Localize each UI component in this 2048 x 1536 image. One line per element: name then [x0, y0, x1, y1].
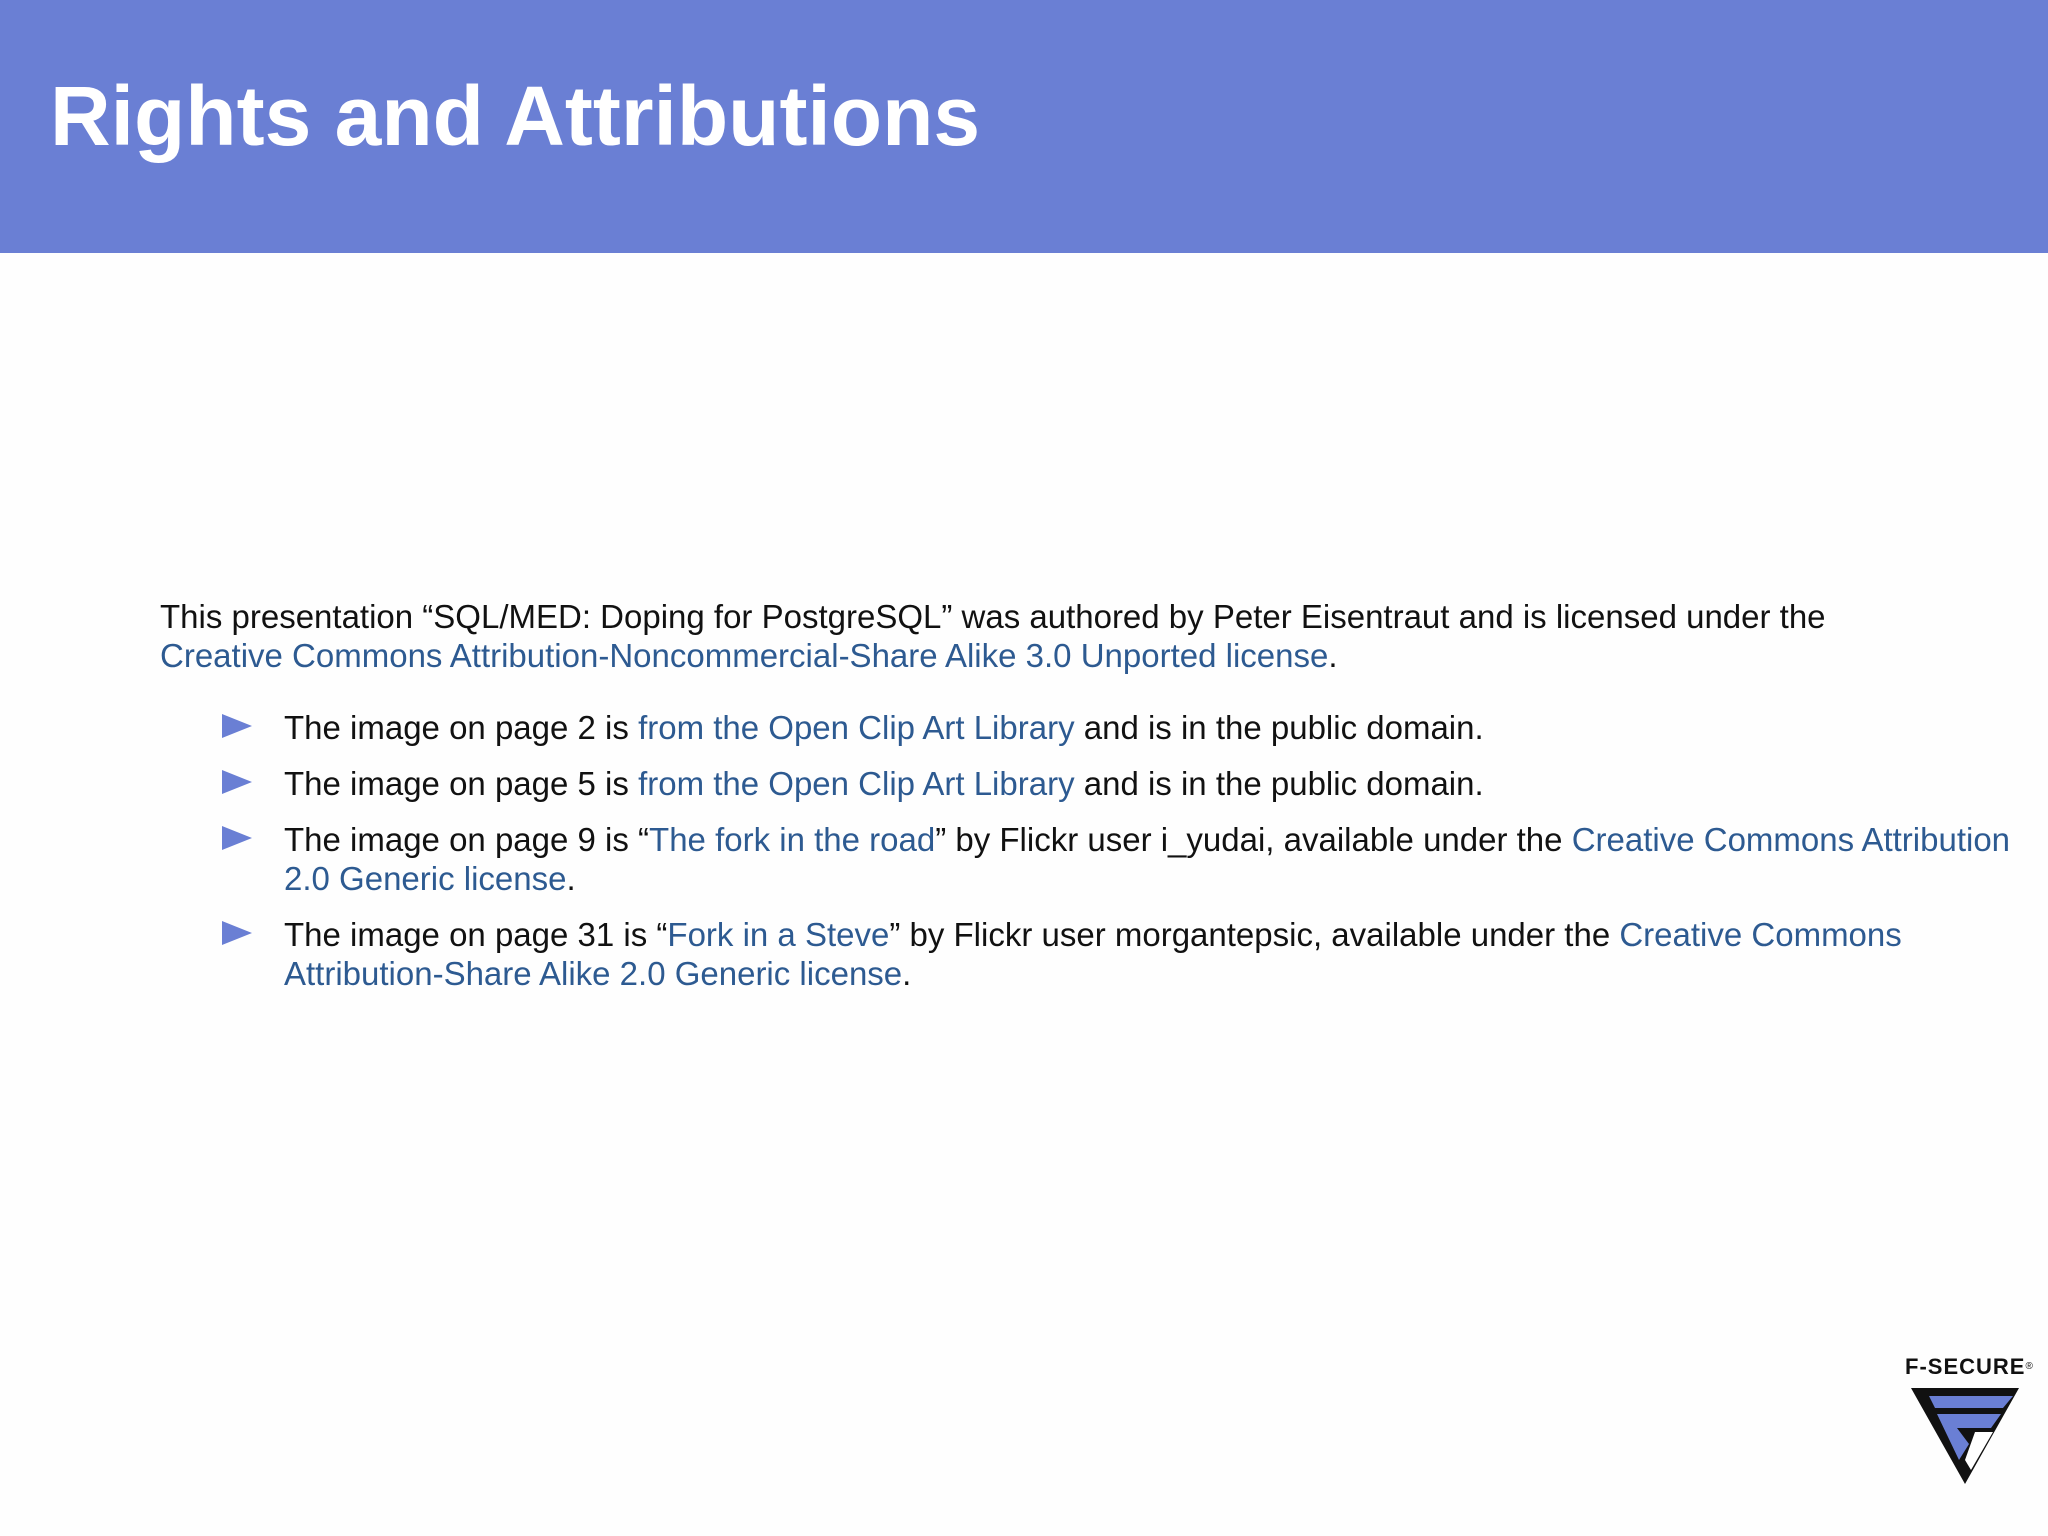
list-item: The image on page 31 is “Fork in a Steve…	[160, 915, 2048, 993]
bullet-text: The image on page 2 is	[284, 709, 639, 746]
fork-in-road-link[interactable]: The fork in the road	[649, 821, 935, 858]
f-secure-logo-icon	[1911, 1388, 2019, 1484]
f-secure-logo: F-SECURE®	[1905, 1356, 2034, 1488]
open-clip-art-link[interactable]: from the Open Clip Art Library	[638, 765, 1075, 802]
bullet-text: .	[902, 955, 912, 992]
bullet-arrow-icon	[222, 826, 252, 850]
intro-text: This presentation “SQL/MED: Doping for P…	[160, 598, 1826, 635]
list-item: The image on page 5 is from the Open Cli…	[160, 764, 2048, 803]
bullet-text: ” by Flickr user i_yudai, available unde…	[935, 821, 1572, 858]
title-bar: Rights and Attributions	[0, 0, 2048, 253]
intro-paragraph: This presentation “SQL/MED: Doping for P…	[160, 597, 1900, 675]
list-item: The image on page 2 is from the Open Cli…	[160, 708, 2048, 747]
license-link[interactable]: Creative Commons Attribution-Noncommerci…	[160, 637, 1328, 674]
intro-period: .	[1328, 637, 1338, 674]
logo-text: F-SECURE	[1905, 1354, 2026, 1379]
fork-in-steve-link[interactable]: Fork in a Steve	[667, 916, 889, 953]
bullet-arrow-icon	[222, 770, 252, 794]
bullet-text: and is in the public domain.	[1074, 709, 1484, 746]
list-item: The image on page 9 is “The fork in the …	[160, 820, 2048, 898]
logo-wordmark: F-SECURE®	[1905, 1356, 2034, 1378]
bullet-arrow-icon	[222, 921, 252, 945]
bullet-text: ” by Flickr user morgantepsic, available…	[889, 916, 1620, 953]
bullet-text: .	[566, 860, 576, 897]
attribution-list: The image on page 2 is from the Open Cli…	[160, 708, 2010, 993]
bullet-text: The image on page 9 is “	[284, 821, 650, 858]
slide: Rights and Attributions This presentatio…	[0, 0, 2048, 1536]
registered-mark: ®	[2025, 1361, 2034, 1372]
bullet-text: and is in the public domain.	[1074, 765, 1484, 802]
bullet-text: The image on page 31 is “	[284, 916, 668, 953]
slide-title: Rights and Attributions	[50, 69, 981, 163]
bullet-text: The image on page 5 is	[284, 765, 639, 802]
open-clip-art-link[interactable]: from the Open Clip Art Library	[638, 709, 1075, 746]
bullet-arrow-icon	[222, 714, 252, 738]
slide-body: This presentation “SQL/MED: Doping for P…	[160, 597, 2010, 1010]
